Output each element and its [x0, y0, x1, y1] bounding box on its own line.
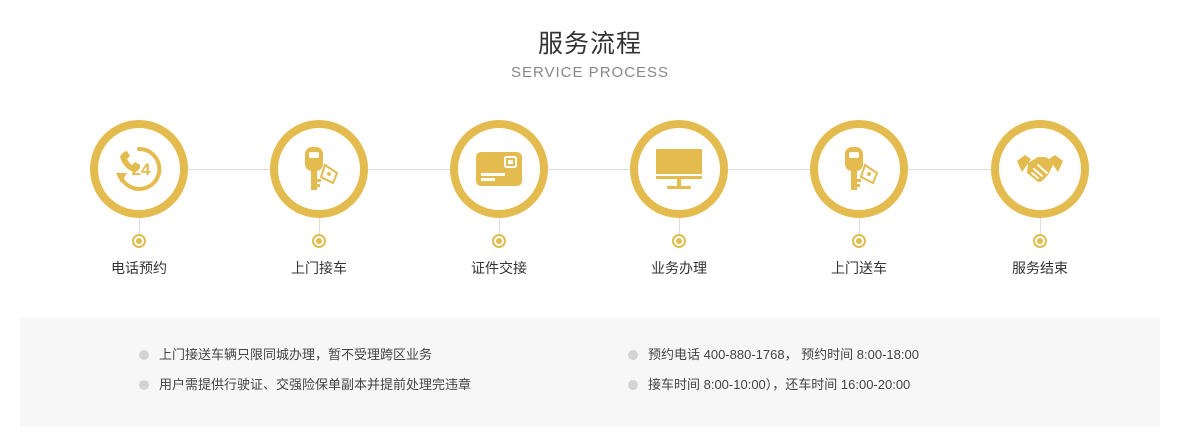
- bullet-icon: [628, 380, 638, 390]
- step-dot: [852, 234, 866, 248]
- step-circle: [270, 120, 368, 218]
- notes-left-column: 上门接送车辆只限同城办理，暂不受理跨区业务 用户需提供行驶证、交强险保单副本并提…: [139, 344, 471, 404]
- process-step-delivery: 上门送车: [779, 120, 939, 278]
- note-text: 用户需提供行驶证、交强险保单副本并提前处理完违章: [159, 377, 472, 392]
- note-item: 预约电话 400-880-1768， 预约时间 8:00-18:00: [628, 344, 919, 374]
- step-dot: [1033, 234, 1047, 248]
- car-key-icon: [845, 147, 879, 190]
- bullet-icon: [628, 350, 638, 360]
- step-label: 电话预约: [111, 260, 167, 276]
- service-notes-panel: 上门接送车辆只限同城办理，暂不受理跨区业务 用户需提供行驶证、交强险保单副本并提…: [20, 318, 1160, 427]
- process-step-service-end: 服务结束: [960, 120, 1120, 278]
- step-circle: 24: [90, 120, 188, 218]
- step-label: 证件交接: [471, 260, 527, 276]
- step-dot: [132, 234, 146, 248]
- step-label: 业务办理: [651, 260, 707, 276]
- process-step-document-handover: 证件交接: [419, 120, 579, 278]
- step-stem: [498, 218, 500, 234]
- svg-text:24: 24: [132, 160, 151, 179]
- step-stem: [1039, 218, 1041, 234]
- step-label: 上门送车: [831, 260, 887, 276]
- notes-right-column: 预约电话 400-880-1768， 预约时间 8:00-18:00 接车时间 …: [628, 344, 919, 404]
- step-stem: [318, 218, 320, 234]
- bullet-icon: [139, 350, 149, 360]
- page-subtitle: SERVICE PROCESS: [510, 64, 670, 81]
- monitor-icon: [656, 149, 702, 189]
- note-text: 上门接送车辆只限同城办理，暂不受理跨区业务: [159, 347, 433, 362]
- step-circle: [630, 120, 728, 218]
- step-circle: [991, 120, 1089, 218]
- note-item: 接车时间 8:00-10:00），还车时间 16:00-20:00: [628, 374, 919, 404]
- process-step-phone-booking: 24 电话预约: [59, 120, 219, 278]
- step-label: 服务结束: [1012, 260, 1068, 276]
- process-step-pickup: 上门接车: [239, 120, 399, 278]
- step-dot: [492, 234, 506, 248]
- step-stem: [678, 218, 680, 234]
- handshake-icon: [1017, 155, 1063, 182]
- phone-24-icon: 24: [116, 146, 162, 191]
- note-item: 上门接送车辆只限同城办理，暂不受理跨区业务: [139, 344, 471, 374]
- step-dot: [312, 234, 326, 248]
- bullet-icon: [139, 380, 149, 390]
- note-text: 预约电话 400-880-1768， 预约时间 8:00-18:00: [648, 347, 919, 362]
- id-card-icon: [476, 152, 522, 186]
- step-dot: [672, 234, 686, 248]
- process-step-business-handling: 业务办理: [599, 120, 759, 278]
- step-stem: [138, 218, 140, 234]
- note-item: 用户需提供行驶证、交强险保单副本并提前处理完违章: [139, 374, 471, 404]
- page-title: 服务流程: [537, 30, 642, 58]
- car-key-icon: [305, 147, 339, 190]
- step-label: 上门接车: [291, 260, 347, 276]
- note-text: 接车时间 8:00-10:00），还车时间 16:00-20:00: [648, 377, 911, 392]
- step-circle: [450, 120, 548, 218]
- step-circle: [810, 120, 908, 218]
- step-stem: [858, 218, 860, 234]
